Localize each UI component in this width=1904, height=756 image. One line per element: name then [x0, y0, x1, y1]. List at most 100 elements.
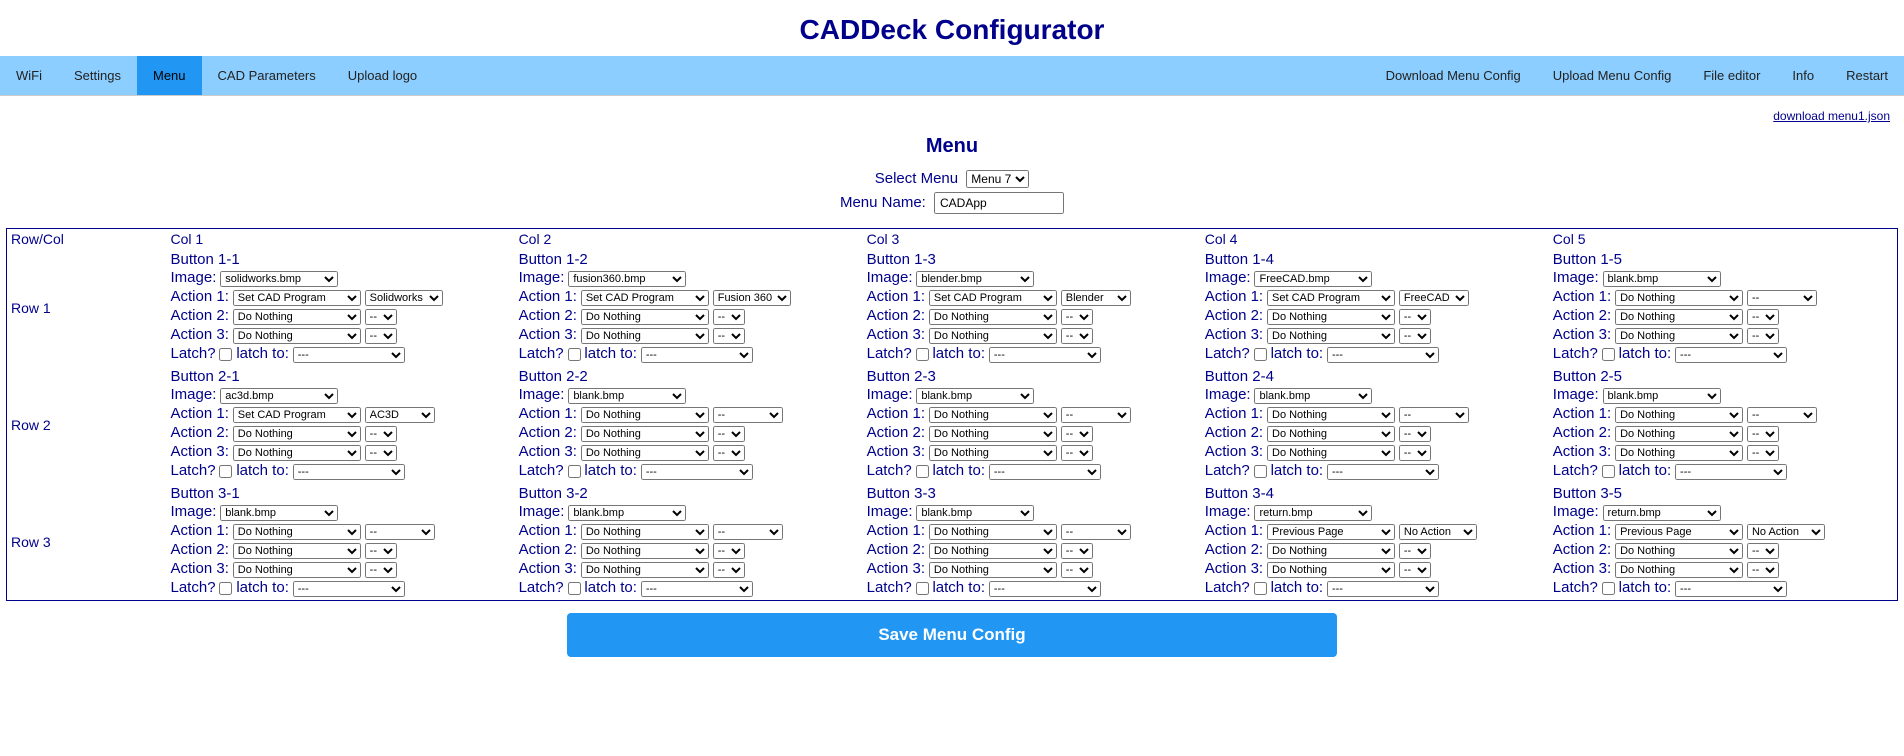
latch-to-select[interactable]: ---: [641, 347, 753, 363]
action1-param-select[interactable]: --: [713, 407, 783, 423]
action3-select[interactable]: Do Nothing: [233, 562, 361, 578]
action2-select[interactable]: Do Nothing: [233, 543, 361, 559]
action1-select[interactable]: Previous Page: [1615, 524, 1743, 540]
action2-select[interactable]: Do Nothing: [581, 543, 709, 559]
latch-checkbox[interactable]: [568, 465, 581, 478]
latch-to-select[interactable]: ---: [989, 581, 1101, 597]
action3-select[interactable]: Do Nothing: [233, 328, 361, 344]
action1-select[interactable]: Set CAD Program: [1267, 290, 1395, 306]
latch-checkbox[interactable]: [1602, 348, 1615, 361]
action1-select[interactable]: Set CAD Program: [233, 407, 361, 423]
action2-select[interactable]: Do Nothing: [581, 309, 709, 325]
action2-param-select[interactable]: --: [1061, 309, 1093, 325]
action1-param-select[interactable]: No Action: [1747, 524, 1825, 540]
action2-param-select[interactable]: --: [1747, 426, 1779, 442]
action3-select[interactable]: Do Nothing: [581, 445, 709, 461]
latch-checkbox[interactable]: [1254, 348, 1267, 361]
action2-select[interactable]: Do Nothing: [1267, 309, 1395, 325]
action1-param-select[interactable]: AC3D: [365, 407, 435, 423]
image-select[interactable]: return.bmp: [1603, 505, 1721, 521]
action3-param-select[interactable]: --: [1061, 562, 1093, 578]
action3-select[interactable]: Do Nothing: [1267, 445, 1395, 461]
select-menu-dropdown[interactable]: Menu 7: [966, 170, 1029, 188]
action2-select[interactable]: Do Nothing: [1615, 543, 1743, 559]
nav-cad-parameters[interactable]: CAD Parameters: [202, 56, 332, 95]
image-select[interactable]: blender.bmp: [916, 271, 1034, 287]
nav-wifi[interactable]: WiFi: [0, 56, 58, 95]
action2-param-select[interactable]: --: [713, 309, 745, 325]
action1-select[interactable]: Do Nothing: [581, 524, 709, 540]
action1-select[interactable]: Previous Page: [1267, 524, 1395, 540]
action2-select[interactable]: Do Nothing: [929, 543, 1057, 559]
action2-param-select[interactable]: --: [713, 543, 745, 559]
action1-select[interactable]: Set CAD Program: [233, 290, 361, 306]
action1-select[interactable]: Set CAD Program: [581, 290, 709, 306]
latch-to-select[interactable]: ---: [293, 464, 405, 480]
action3-param-select[interactable]: --: [1747, 328, 1779, 344]
latch-to-select[interactable]: ---: [293, 347, 405, 363]
action1-param-select[interactable]: Solidworks: [365, 290, 443, 306]
action3-param-select[interactable]: --: [1399, 328, 1431, 344]
action2-param-select[interactable]: --: [1747, 309, 1779, 325]
action1-select[interactable]: Do Nothing: [929, 524, 1057, 540]
action3-select[interactable]: Do Nothing: [1267, 562, 1395, 578]
action2-select[interactable]: Do Nothing: [233, 426, 361, 442]
action3-select[interactable]: Do Nothing: [1615, 562, 1743, 578]
action3-param-select[interactable]: --: [365, 562, 397, 578]
action1-param-select[interactable]: Blender: [1061, 290, 1131, 306]
action1-select[interactable]: Do Nothing: [581, 407, 709, 423]
action2-select[interactable]: Do Nothing: [929, 426, 1057, 442]
action2-param-select[interactable]: --: [1399, 426, 1431, 442]
latch-to-select[interactable]: ---: [1675, 581, 1787, 597]
action3-param-select[interactable]: --: [1747, 445, 1779, 461]
action1-param-select[interactable]: --: [1061, 524, 1131, 540]
action1-param-select[interactable]: --: [365, 524, 435, 540]
action3-param-select[interactable]: --: [365, 445, 397, 461]
action3-param-select[interactable]: --: [713, 562, 745, 578]
action2-select[interactable]: Do Nothing: [233, 309, 361, 325]
action2-param-select[interactable]: --: [365, 426, 397, 442]
action3-param-select[interactable]: --: [1061, 328, 1093, 344]
nav-upload-menu-config[interactable]: Upload Menu Config: [1537, 56, 1688, 95]
action2-param-select[interactable]: --: [365, 309, 397, 325]
image-select[interactable]: blank.bmp: [1254, 388, 1372, 404]
latch-checkbox[interactable]: [916, 348, 929, 361]
latch-checkbox[interactable]: [1602, 582, 1615, 595]
action3-param-select[interactable]: --: [1399, 562, 1431, 578]
download-json-link[interactable]: download menu1.json: [1773, 109, 1890, 123]
action3-param-select[interactable]: --: [713, 445, 745, 461]
action3-select[interactable]: Do Nothing: [929, 445, 1057, 461]
action2-param-select[interactable]: --: [713, 426, 745, 442]
latch-to-select[interactable]: ---: [1327, 347, 1439, 363]
action1-param-select[interactable]: No Action: [1399, 524, 1477, 540]
action2-param-select[interactable]: --: [365, 543, 397, 559]
latch-checkbox[interactable]: [1254, 582, 1267, 595]
action2-select[interactable]: Do Nothing: [929, 309, 1057, 325]
action2-select[interactable]: Do Nothing: [1615, 426, 1743, 442]
latch-checkbox[interactable]: [219, 465, 232, 478]
latch-to-select[interactable]: ---: [1675, 347, 1787, 363]
action3-select[interactable]: Do Nothing: [1615, 445, 1743, 461]
save-menu-config-button[interactable]: Save Menu Config: [567, 613, 1337, 657]
nav-info[interactable]: Info: [1776, 56, 1830, 95]
latch-to-select[interactable]: ---: [1327, 581, 1439, 597]
action3-param-select[interactable]: --: [713, 328, 745, 344]
action2-param-select[interactable]: --: [1061, 543, 1093, 559]
action1-param-select[interactable]: --: [1061, 407, 1131, 423]
image-select[interactable]: fusion360.bmp: [568, 271, 686, 287]
image-select[interactable]: blank.bmp: [1603, 271, 1721, 287]
action3-select[interactable]: Do Nothing: [233, 445, 361, 461]
image-select[interactable]: return.bmp: [1254, 505, 1372, 521]
image-select[interactable]: blank.bmp: [220, 505, 338, 521]
latch-to-select[interactable]: ---: [989, 347, 1101, 363]
action1-select[interactable]: Do Nothing: [233, 524, 361, 540]
action3-select[interactable]: Do Nothing: [929, 328, 1057, 344]
action1-param-select[interactable]: FreeCAD: [1399, 290, 1469, 306]
action2-select[interactable]: Do Nothing: [1615, 309, 1743, 325]
latch-checkbox[interactable]: [916, 465, 929, 478]
action1-param-select[interactable]: --: [713, 524, 783, 540]
action3-select[interactable]: Do Nothing: [581, 562, 709, 578]
latch-checkbox[interactable]: [219, 348, 232, 361]
nav-menu[interactable]: Menu: [137, 56, 202, 95]
action1-select[interactable]: Set CAD Program: [929, 290, 1057, 306]
